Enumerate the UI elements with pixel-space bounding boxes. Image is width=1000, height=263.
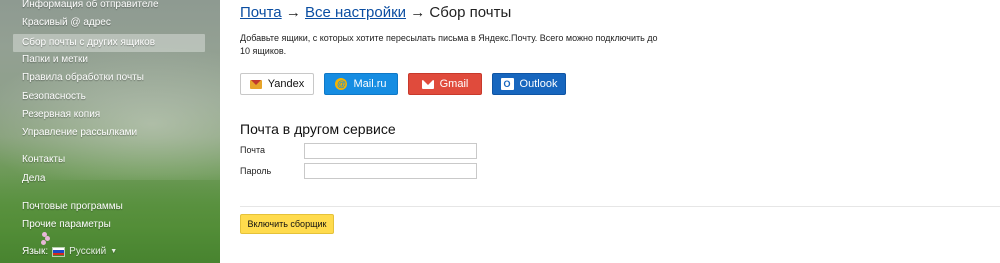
- breadcrumb-separator: →: [285, 4, 301, 21]
- breadcrumb: Почта → Все настройки → Сбор почты: [240, 4, 511, 21]
- sidebar-item-other-params[interactable]: Прочие параметры: [13, 216, 205, 234]
- sidebar-item-mail-collector[interactable]: Сбор почты с других ящиков: [13, 34, 205, 52]
- main-content: Почта → Все настройки → Сбор почты Добав…: [220, 0, 1000, 263]
- outlook-button-label: Outlook: [519, 78, 558, 90]
- mailru-button[interactable]: @ Mail.ru: [324, 73, 398, 95]
- gmail-envelope-icon: [421, 79, 434, 89]
- email-field[interactable]: [304, 143, 477, 159]
- sidebar-item-mail-programs[interactable]: Почтовые программы: [13, 198, 205, 216]
- password-label: Пароль: [240, 166, 272, 176]
- collector-description: Добавьте ящики, с которых хотите пересыл…: [240, 33, 658, 56]
- mailru-at-icon: @: [335, 78, 348, 90]
- outlook-button[interactable]: O Outlook: [492, 73, 566, 95]
- language-value: Русский: [69, 246, 107, 257]
- yandex-button-label: Yandex: [267, 78, 305, 90]
- sidebar-item-mail-rules[interactable]: Правила обработки почты: [13, 69, 205, 87]
- language-selector[interactable]: Язык: Русский ▼: [22, 246, 117, 257]
- mailru-button-label: Mail.ru: [353, 78, 387, 90]
- chevron-down-icon: ▼: [110, 248, 118, 255]
- sidebar-item-folders-labels[interactable]: Папки и метки: [13, 51, 205, 69]
- gmail-button[interactable]: Gmail: [408, 73, 482, 95]
- breadcrumb-mail-link[interactable]: Почта: [240, 4, 282, 21]
- password-field[interactable]: [304, 163, 477, 179]
- sidebar-item-sender-info[interactable]: Информация об отправителе: [13, 0, 205, 14]
- yandex-envelope-icon: [249, 79, 262, 89]
- sidebar: Информация об отправителе Красивый @ адр…: [0, 0, 220, 263]
- sidebar-item-subscriptions[interactable]: Управление рассылками: [13, 124, 205, 142]
- gmail-button-label: Gmail: [439, 78, 469, 90]
- breadcrumb-current: Сбор почты: [429, 4, 512, 21]
- outlook-icon: O: [500, 78, 514, 90]
- sidebar-item-tasks[interactable]: Дела: [13, 170, 205, 188]
- provider-buttons: Yandex @ Mail.ru Gmail O Outlook: [240, 73, 566, 95]
- sidebar-item-backup[interactable]: Резервная копия: [13, 106, 205, 124]
- sidebar-item-pretty-address[interactable]: Красивый @ адрес: [13, 14, 205, 32]
- breadcrumb-separator: →: [410, 4, 426, 21]
- sidebar-item-security[interactable]: Безопасность: [13, 88, 205, 106]
- enable-collector-button[interactable]: Включить сборщик: [240, 214, 334, 234]
- section-title: Почта в другом сервисе: [240, 121, 396, 137]
- russian-flag-icon: [52, 246, 66, 257]
- divider: [240, 206, 1000, 207]
- yandex-button[interactable]: Yandex: [240, 73, 314, 95]
- breadcrumb-all-settings-link[interactable]: Все настройки: [305, 4, 406, 21]
- sidebar-item-contacts[interactable]: Контакты: [13, 151, 205, 169]
- email-label: Почта: [240, 145, 265, 155]
- language-label: Язык:: [22, 246, 49, 257]
